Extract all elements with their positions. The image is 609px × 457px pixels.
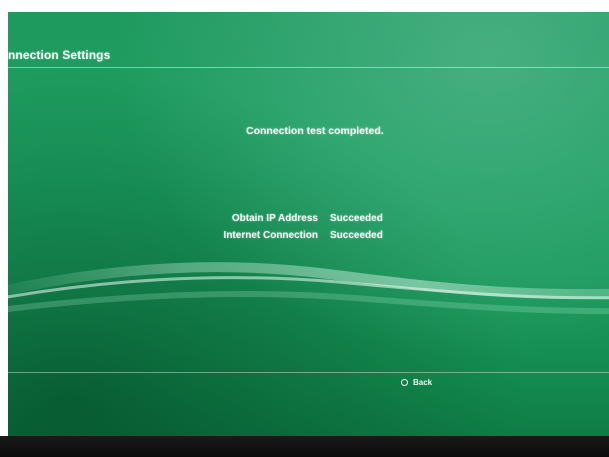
result-value: Succeeded [330,230,383,241]
result-label: Obtain IP Address [231,213,318,224]
connection-settings-screen: nnection Settings Connection test comple… [8,12,609,446]
circle-button-icon [401,378,408,386]
result-label: Internet Connection [223,230,318,241]
background-wave [8,262,609,315]
back-label: Back [413,377,433,387]
back-button[interactable]: Back [401,376,432,388]
result-row-obtain-ip: Obtain IP Address Succeeded [188,213,428,227]
footer-divider [8,372,609,373]
result-row-internet-connection: Internet Connection Succeeded [188,230,428,244]
result-value: Succeeded [330,213,383,224]
page-title: nnection Settings [8,48,111,62]
tv-bezel [0,436,609,457]
photo-frame: nnection Settings Connection test comple… [0,0,609,457]
header-divider [8,67,609,68]
status-message: Connection test completed. [246,125,384,137]
